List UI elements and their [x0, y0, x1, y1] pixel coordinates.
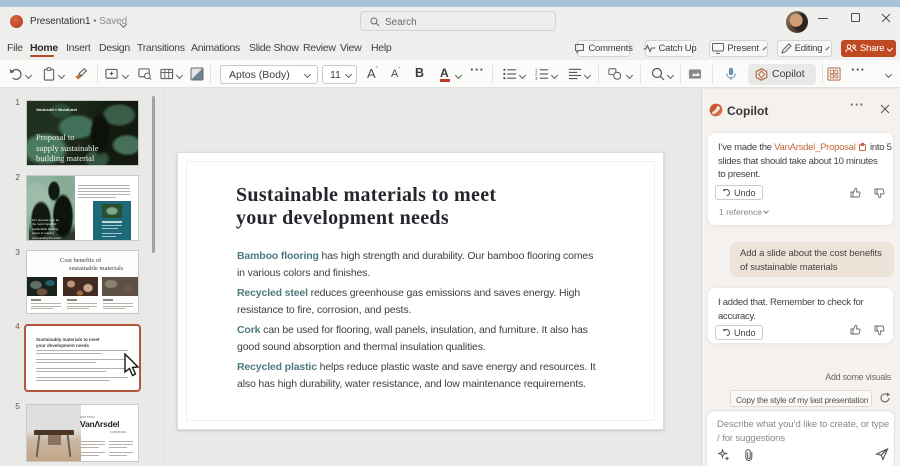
svg-text:3: 3	[535, 76, 538, 81]
